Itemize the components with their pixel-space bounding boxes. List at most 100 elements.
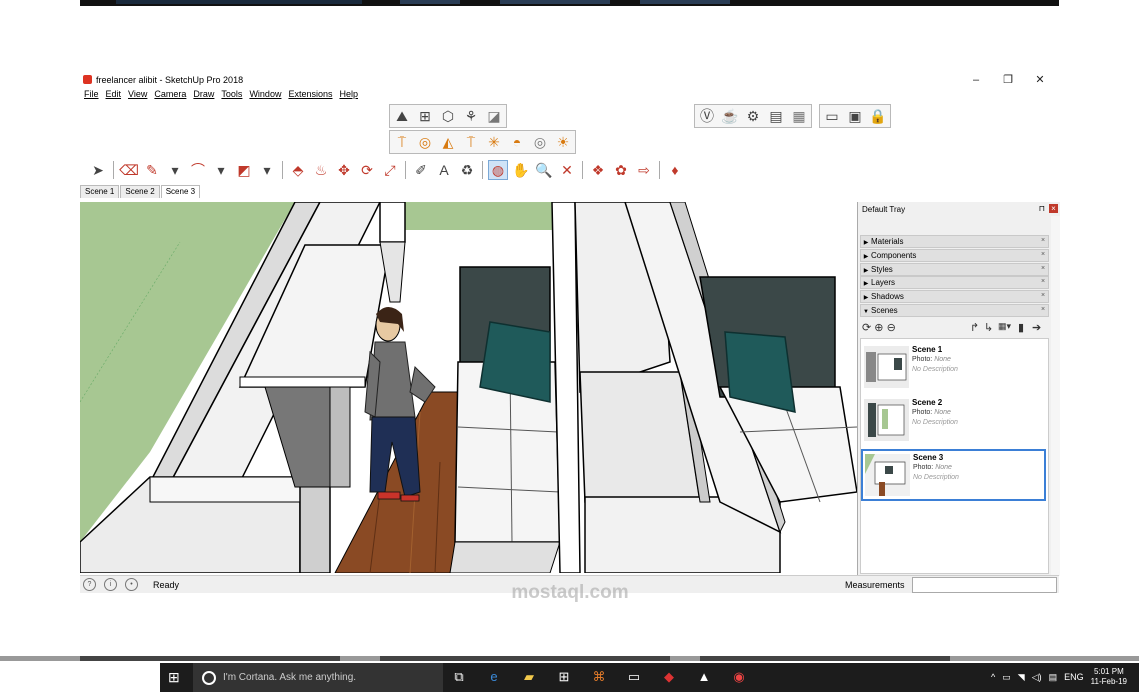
windows-start-icon[interactable]: ⊞ [168,670,182,684]
text-label-icon[interactable]: A [434,160,454,180]
chrome-icon[interactable]: ◉ [730,668,748,686]
sandbox-from-scratch-icon[interactable]: ⊞ [415,106,435,126]
menu-tools[interactable]: Tools [221,89,242,99]
menu-edit[interactable]: Edit [106,89,122,99]
paint-bucket-icon[interactable]: ♻ [457,160,477,180]
layout-icon[interactable]: ▤ [766,106,786,126]
menu-help[interactable]: Help [339,89,358,99]
user-icon[interactable]: • [125,578,138,591]
push-pull-icon[interactable]: ⬘ [288,160,308,180]
share-model-icon[interactable]: ✿ [611,160,631,180]
pan-hand-icon[interactable]: ✋ [511,160,531,180]
sun-icon[interactable]: ☀ [553,132,573,152]
solid-inspector-icon[interactable]: ◎ [530,132,550,152]
line-pencil-icon[interactable]: ✎ [142,160,162,180]
ruby-console-icon[interactable]: ♦ [665,160,685,180]
edge-browser-icon[interactable]: e [485,668,503,686]
remove-scene-icon[interactable]: ⊖ [887,322,896,334]
3d-warehouse-icon[interactable]: ❖ [588,160,608,180]
extension-warehouse-icon[interactable]: ⚙ [743,106,763,126]
style-builder-icon[interactable]: ▦ [789,106,809,126]
notification-icon[interactable]: ▤ [1049,672,1058,683]
panel-shadows[interactable]: ▶ Shadows × [860,290,1049,303]
store-icon[interactable]: ⊞ [555,668,573,686]
menu-camera[interactable]: Camera [154,89,186,99]
scene-list-item[interactable]: Scene 1 Photo: None No Description [862,343,1045,391]
measurements-input[interactable] [912,577,1057,593]
follow-me-icon[interactable]: ♨ [311,160,331,180]
battery-icon[interactable]: ▭ [1002,672,1011,683]
split-icon[interactable]: ◓ [507,132,527,152]
tray-pin-icon[interactable]: ⊓ [1039,204,1045,213]
panel-close-icon[interactable]: × [1039,265,1047,273]
zoom-extents-icon[interactable]: ✕ [557,160,577,180]
scene-tab-2[interactable]: Scene 2 [120,185,160,198]
lock-icon[interactable]: 🔒 [868,106,888,126]
panel-close-icon[interactable]: × [1039,251,1047,259]
maximize-button[interactable]: ❐ [995,72,1021,88]
minimize-button[interactable]: – [963,72,989,88]
scene-list-item-active[interactable]: Scene 3 Photo: None No Description [861,449,1046,501]
add-scene-icon[interactable]: ⊕ [874,322,883,334]
panel-materials[interactable]: ▶ Materials × [860,235,1049,248]
tray-scrollbar[interactable] [1051,216,1060,576]
panel-close-icon[interactable]: × [1039,237,1047,245]
panel-close-icon[interactable]: × [1039,278,1047,286]
zoom-icon[interactable]: 🔍 [534,160,554,180]
panel-styles[interactable]: ▶ Styles × [860,263,1049,276]
close-button[interactable]: ✕ [1027,72,1053,88]
scene-tab-1[interactable]: Scene 1 [80,185,120,198]
arc-icon[interactable]: ⌒ [188,160,208,180]
view-options-icon[interactable]: ▦▾ [998,321,1011,332]
menu-extensions[interactable]: Extensions [288,89,332,99]
drape-icon[interactable]: ◪ [484,106,504,126]
model-viewport[interactable] [80,202,857,573]
trim-icon[interactable]: ✳ [484,132,504,152]
dropdown-arrow-icon[interactable]: ▾ [257,160,277,180]
trash-icon[interactable]: ▮ [1018,321,1024,334]
geo-location-icon[interactable]: ? [83,578,96,591]
monitor-app-icon[interactable]: ▭ [625,668,643,686]
menu-window[interactable]: Window [249,89,281,99]
share-component-icon[interactable]: ⇨ [634,160,654,180]
move-scene-down-icon[interactable]: ↳ [984,321,993,334]
menu-draw[interactable]: Draw [193,89,214,99]
language-indicator[interactable]: ENG [1064,672,1084,682]
wifi-icon[interactable]: ◥ [1018,672,1025,683]
validate-icon[interactable]: Ⓥ [697,106,717,126]
scale-icon[interactable]: ⤢ [380,160,400,180]
stamp-icon[interactable]: ⚘ [461,106,481,126]
sandbox-from-contours-icon[interactable]: ⛰ [392,106,412,126]
outer-shell-icon[interactable]: ⍑ [392,132,412,152]
panel-components[interactable]: ▶ Components × [860,249,1049,262]
dropdown-arrow-icon[interactable]: ▾ [165,160,185,180]
show-details-icon[interactable]: ➔ [1032,321,1041,334]
info-icon[interactable]: i [104,578,117,591]
scene-tab-3[interactable]: Scene 3 [160,185,201,198]
select-arrow-icon[interactable]: ➤ [88,160,108,180]
menu-file[interactable]: File [84,89,99,99]
show-hidden-icons-icon[interactable]: ^ [991,672,995,682]
move-icon[interactable]: ✥ [334,160,354,180]
task-view-icon[interactable]: ⧉ [450,668,468,686]
sketchup-taskbar-icon[interactable]: ◆ [660,668,678,686]
smoove-icon[interactable]: ⬡ [438,106,458,126]
file-explorer-icon[interactable]: ▰ [520,668,538,686]
scene-list-item[interactable]: Scene 2 Photo: None No Description [862,396,1045,444]
eraser-icon[interactable]: ⌫ [119,160,139,180]
tape-measure-icon[interactable]: ✐ [411,160,431,180]
union-icon[interactable]: ◭ [438,132,458,152]
panel-layers[interactable]: ▶ Layers × [860,276,1049,289]
window-one-icon[interactable]: ▭ [822,106,842,126]
teapot-icon[interactable]: ☕ [720,106,740,126]
cortana-search[interactable]: I'm Cortana. Ask me anything. [193,663,443,692]
panel-scenes[interactable]: ▼ Scenes × [860,304,1049,317]
move-scene-up-icon[interactable]: ↱ [970,321,979,334]
photos-icon[interactable]: ▲ [695,668,713,686]
tray-close-icon[interactable]: × [1049,204,1058,213]
dropdown-arrow-icon[interactable]: ▾ [211,160,231,180]
rectangle-icon[interactable]: ◩ [234,160,254,180]
clock[interactable]: 5:01 PM 11-Feb-19 [1091,667,1127,687]
intersect-icon[interactable]: ◎ [415,132,435,152]
panel-close-icon[interactable]: × [1039,292,1047,300]
